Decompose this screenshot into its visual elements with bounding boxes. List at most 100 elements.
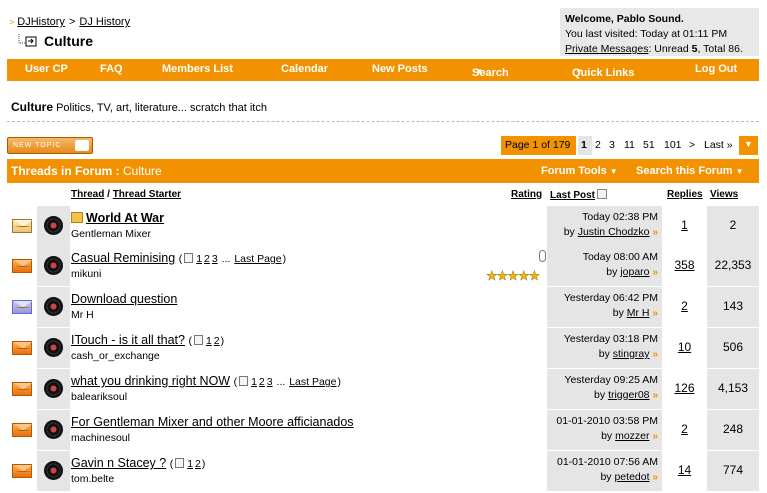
page-link-2[interactable]: 2 <box>595 139 601 151</box>
sort-replies-link[interactable]: Replies <box>667 189 703 200</box>
thread-title-link[interactable]: Casual Reminising <box>71 251 175 265</box>
thread-page-link[interactable]: 2 <box>204 253 210 265</box>
new-topic-button[interactable]: NEW TOPIC <box>7 137 93 154</box>
last-post-author-link[interactable]: Mr H <box>627 307 650 319</box>
nav-faq[interactable]: FAQ <box>100 63 123 75</box>
thread-title-link[interactable]: For Gentleman Mixer and other Moore affi… <box>71 415 354 429</box>
pencil-icon <box>75 140 89 151</box>
forum-tools-menu[interactable]: Forum Tools ▼ <box>541 165 618 177</box>
vinyl-record-icon <box>44 256 63 275</box>
status-cell <box>7 287 37 327</box>
last-post-author-link[interactable]: stingray <box>613 348 650 360</box>
thread-row: Gavin n Stacey ? (1 2) tom.belte 01-01-2010… <box>7 451 759 491</box>
sort-checkbox-icon[interactable] <box>597 189 608 199</box>
current-forum-name: Culture <box>44 33 93 49</box>
breadcrumb-link-djhistory[interactable]: DJHistory <box>17 16 65 28</box>
page-link-3[interactable]: 3 <box>609 139 615 151</box>
status-cell <box>7 206 37 246</box>
thread-pages: (1 2) <box>188 335 225 347</box>
replies-link[interactable]: 358 <box>674 258 694 272</box>
replies-link[interactable]: 2 <box>681 422 688 436</box>
sort-views-link[interactable]: Views <box>710 189 738 200</box>
last-post-author-link[interactable]: petedot <box>614 471 649 483</box>
replies-link[interactable]: 2 <box>681 299 688 313</box>
go-to-last-post-icon[interactable]: » <box>652 431 658 442</box>
nav-user-cp[interactable]: User CP <box>25 63 68 75</box>
page-jump-dropdown[interactable]: ▼ <box>739 136 758 155</box>
welcome-panel: Welcome, Pablo Sound. You last visited: … <box>560 8 759 56</box>
thread-title-link[interactable]: Download question <box>71 292 177 306</box>
page-title: Culture <box>18 33 93 49</box>
thread-last-page-link[interactable]: Last Page <box>289 376 336 388</box>
last-post-author-link[interactable]: Justin Chodzko <box>578 226 650 238</box>
forum-description: Culture Politics, TV, art, literature...… <box>11 100 267 114</box>
thread-title-link[interactable]: what you drinking right NOW <box>71 374 230 388</box>
search-forum-menu[interactable]: Search this Forum ▼ <box>636 165 744 177</box>
page-link-101[interactable]: 101 <box>664 139 682 151</box>
col-last-post-header: Last Post <box>550 189 608 201</box>
replies-link[interactable]: 10 <box>678 340 691 354</box>
chevron-down-icon: ▼ <box>475 67 483 76</box>
go-to-last-post-icon[interactable]: » <box>652 267 658 278</box>
breadcrumb-link-dj-history[interactable]: DJ History <box>79 16 130 28</box>
page-last[interactable]: Last » <box>704 139 733 151</box>
replies-link[interactable]: 14 <box>678 463 691 477</box>
sort-last-post-link[interactable]: Last Post <box>550 190 595 201</box>
replies-link[interactable]: 1 <box>681 218 688 232</box>
page-info: Page 1 of 179 <box>501 136 576 155</box>
thread-starter: cash_or_exchange <box>71 350 160 362</box>
page-link-11[interactable]: 11 <box>624 139 635 151</box>
sort-rating-link[interactable]: Rating <box>511 189 542 200</box>
thread-title-link[interactable]: World At War <box>86 211 164 225</box>
forum-header-prefix: Threads in Forum : <box>11 164 124 178</box>
sort-thread-link[interactable]: Thread <box>71 189 104 200</box>
page-next[interactable]: > <box>689 139 695 151</box>
page-link-51[interactable]: 51 <box>643 139 655 151</box>
go-to-last-post-icon[interactable]: » <box>652 308 658 319</box>
go-to-last-post-icon[interactable]: » <box>652 349 658 360</box>
vinyl-record-icon <box>44 420 63 439</box>
multipage-icon <box>175 458 185 468</box>
thread-page-link[interactable]: 1 <box>187 458 193 470</box>
thread-starter: Mr H <box>71 309 94 321</box>
replies-cell: 1 <box>662 206 707 246</box>
nav-calendar[interactable]: Calendar <box>281 63 328 75</box>
thread-page-link[interactable]: 3 <box>212 253 218 265</box>
last-post-author-link[interactable]: mozzer <box>615 430 649 442</box>
thread-title-link[interactable]: Gavin n Stacey ? <box>71 456 166 470</box>
thread-icon-cell <box>37 246 70 286</box>
thread-starter: Gentleman Mixer <box>71 228 151 240</box>
last-post-author-link[interactable]: joparo <box>620 266 649 278</box>
replies-link[interactable]: 126 <box>674 381 694 395</box>
vinyl-record-icon <box>44 338 63 357</box>
go-to-last-post-icon[interactable]: » <box>652 390 658 401</box>
nav-new-posts[interactable]: New Posts <box>372 63 428 75</box>
thread-title-line: Download question <box>71 292 177 306</box>
last-post-author-link[interactable]: trigger08 <box>608 389 649 401</box>
thread-page-link[interactable]: 3 <box>267 376 273 388</box>
nav-log-out[interactable]: Log Out <box>695 63 737 75</box>
go-to-last-post-icon[interactable]: » <box>652 227 658 238</box>
thread-row: ITouch - is it all that? (1 2) cash_or_exc… <box>7 328 759 368</box>
vinyl-record-icon <box>44 379 63 398</box>
thread-page-link[interactable]: 2 <box>195 458 201 470</box>
thread-page-link[interactable]: 1 <box>251 376 257 388</box>
thread-title-link[interactable]: ITouch - is it all that? <box>71 333 185 347</box>
new-topic-label: NEW TOPIC <box>13 142 62 149</box>
envelope-icon <box>12 464 32 478</box>
status-cell <box>7 328 37 368</box>
nav-members-list[interactable]: Members List <box>162 63 233 75</box>
sort-starter-link[interactable]: Thread Starter <box>113 189 181 200</box>
private-messages-link[interactable]: Private Messages <box>565 43 648 55</box>
thread-page-link[interactable]: 1 <box>196 253 202 265</box>
thread-page-link[interactable]: 2 <box>214 335 220 347</box>
thread-page-link[interactable]: 2 <box>259 376 265 388</box>
thread-title-cell: Download question Mr H <box>70 287 547 327</box>
chevron-down-icon: ▼ <box>735 167 744 176</box>
last-post-cell: 01-01-2010 07:56 AM by petedot » <box>547 451 662 491</box>
breadcrumb-separator: > <box>68 16 76 28</box>
go-to-last-post-icon[interactable]: » <box>652 472 658 483</box>
thread-last-page-link[interactable]: Last Page <box>234 253 281 265</box>
private-messages-line: Private Messages: Unread 5, Total 86. <box>565 42 754 57</box>
thread-page-link[interactable]: 1 <box>206 335 212 347</box>
